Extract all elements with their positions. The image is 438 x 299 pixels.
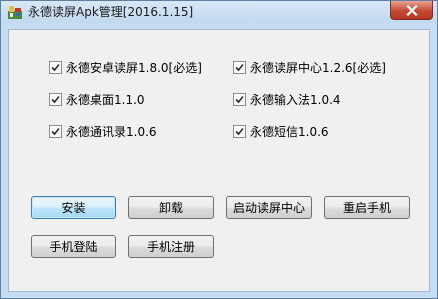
install-button[interactable]: 安装 (31, 196, 116, 219)
checkbox-sms-box[interactable] (233, 124, 246, 138)
check-icon (51, 95, 60, 103)
checkbox-reader-center-label: 永德读屏中心1.2.6[必选] (250, 60, 386, 75)
checkbox-desktop[interactable]: 永德桌面1.1.0 (49, 91, 145, 107)
checkbox-desktop-label: 永德桌面1.1.0 (66, 92, 145, 107)
check-icon (235, 127, 244, 135)
checkbox-android-reader-label: 永德安卓读屏1.8.0[必选] (66, 60, 202, 75)
checkbox-sms[interactable]: 永德短信1.0.6 (233, 123, 329, 139)
window-title: 永德读屏Apk管理[2016.1.15] (28, 5, 194, 19)
phone-register-button[interactable]: 手机注册 (128, 235, 214, 258)
checkbox-desktop-box[interactable] (49, 92, 62, 106)
check-icon (235, 63, 244, 71)
checkbox-reader-center-box[interactable] (233, 60, 246, 74)
title-bar[interactable]: 永德读屏Apk管理[2016.1.15] (1, 1, 437, 23)
main-window: 永德读屏Apk管理[2016.1.15] 永德安卓读屏1.8.0[必选] 永德桌… (0, 0, 438, 299)
phone-login-button[interactable]: 手机登陆 (31, 235, 116, 258)
app-icon (7, 4, 23, 20)
check-icon (51, 63, 60, 71)
uninstall-button[interactable]: 卸载 (128, 196, 214, 219)
checkbox-input-method-label: 永德输入法1.0.4 (250, 92, 341, 107)
checkbox-input-method-box[interactable] (233, 92, 246, 106)
close-button[interactable] (390, 1, 433, 20)
check-icon (235, 95, 244, 103)
checkbox-reader-center[interactable]: 永德读屏中心1.2.6[必选] (233, 59, 386, 75)
checkbox-android-reader[interactable]: 永德安卓读屏1.8.0[必选] (49, 59, 202, 75)
check-icon (51, 127, 60, 135)
checkbox-contacts-box[interactable] (49, 124, 62, 138)
checkbox-android-reader-box[interactable] (49, 60, 62, 74)
checkbox-contacts-label: 永德通讯录1.0.6 (66, 124, 157, 139)
checkbox-sms-label: 永德短信1.0.6 (250, 124, 329, 139)
checkbox-input-method[interactable]: 永德输入法1.0.4 (233, 91, 341, 107)
restart-phone-button[interactable]: 重启手机 (324, 196, 410, 219)
checkbox-contacts[interactable]: 永德通讯录1.0.6 (49, 123, 157, 139)
client-area: 永德安卓读屏1.8.0[必选] 永德桌面1.1.0 永德通讯录1.0.6 永德读… (8, 29, 430, 292)
close-icon (406, 5, 418, 16)
start-reader-center-button[interactable]: 启动读屏中心 (226, 196, 312, 219)
